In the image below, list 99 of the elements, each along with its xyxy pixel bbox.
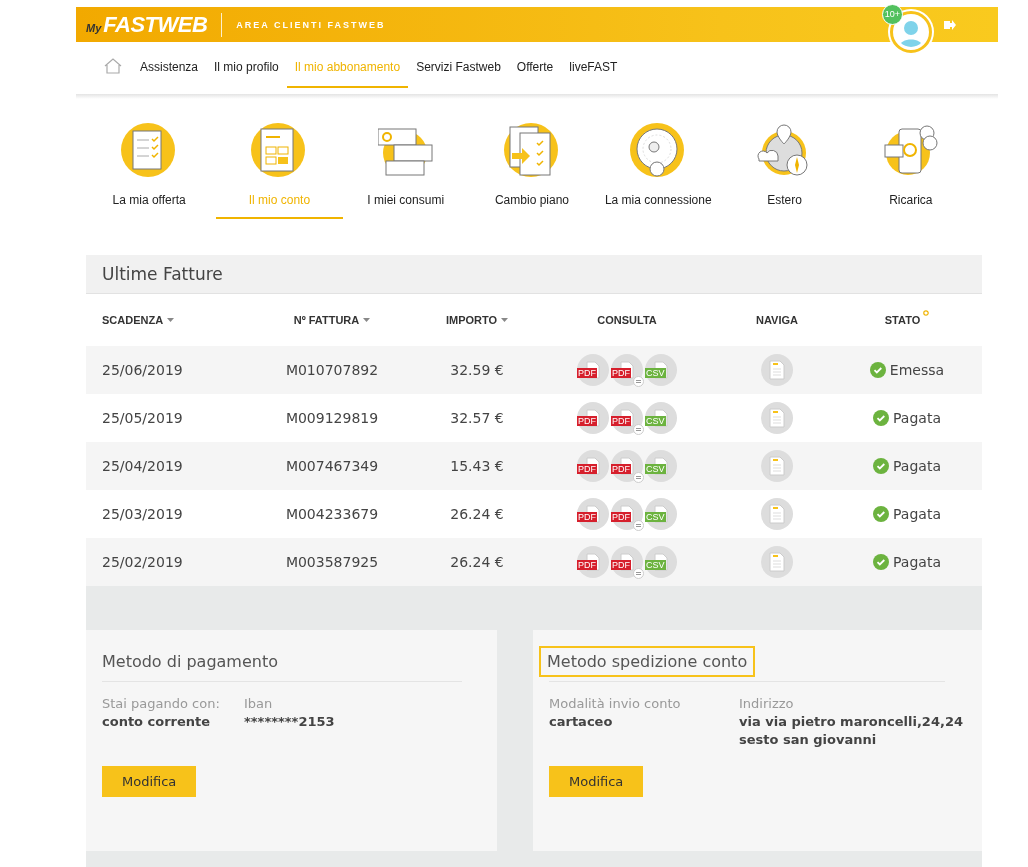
table-cell: 25/02/2019: [102, 554, 183, 570]
notification-badge: 10+: [882, 3, 903, 25]
column-header[interactable]: Nº FATTURA: [293, 314, 371, 326]
field-value: via via pietro maroncelli,24,24: [739, 714, 963, 729]
field-value: conto corrente: [102, 714, 212, 729]
file-download-button[interactable]: PDF: [611, 546, 643, 578]
column-header[interactable]: STATO: [884, 314, 930, 326]
document-icon: [769, 408, 785, 428]
browse-invoice-button[interactable]: [761, 546, 793, 578]
file-download-button[interactable]: PDF: [611, 498, 643, 530]
status-text: Pagata: [893, 506, 941, 522]
check-icon: [869, 362, 886, 378]
equals-icon: [633, 472, 644, 483]
section-tab[interactable]: Cambio piano: [468, 123, 596, 219]
table-cell: 26.24 €: [450, 506, 504, 522]
logout-icon: [944, 19, 956, 30]
document-icon: [769, 504, 785, 524]
browse-invoice-button[interactable]: [761, 402, 793, 434]
section-tab[interactable]: Estero: [721, 123, 848, 219]
card-title: Metodo spedizione conto: [539, 646, 756, 677]
field-label: Iban: [244, 696, 274, 711]
file-download-button[interactable]: CSV: [645, 402, 677, 434]
check-icon: [873, 410, 890, 426]
section-icon: [504, 123, 560, 179]
field-label: Stai pagando con:: [102, 696, 220, 711]
sort-caret-icon: [167, 318, 175, 322]
document-icon: [769, 456, 785, 476]
nav-link[interactable]: Servizi Fastweb: [408, 46, 509, 88]
status-text: Emessa: [889, 362, 945, 378]
file-download-button[interactable]: PDF: [611, 450, 643, 482]
column-header[interactable]: IMPORTO: [445, 314, 509, 326]
table-cell: 25/06/2019: [102, 362, 183, 378]
edit-button[interactable]: Modifica: [549, 766, 644, 797]
nav-link[interactable]: Il mio profilo: [206, 46, 287, 88]
file-download-button[interactable]: CSV: [645, 354, 677, 386]
field-value: cartaceo: [549, 714, 614, 729]
sort-caret-icon: [501, 318, 509, 322]
table-cell: M009129819: [285, 410, 379, 426]
file-download-button[interactable]: CSV: [645, 450, 677, 482]
table-cell: 25/04/2019: [102, 458, 183, 474]
status-text: Pagata: [893, 554, 941, 570]
table-cell: M007467349: [285, 458, 379, 474]
sort-caret-icon: [363, 318, 371, 322]
check-icon: [873, 506, 890, 522]
section-tab[interactable]: La mia connessione: [595, 123, 722, 219]
file-download-button[interactable]: PDF: [611, 402, 643, 434]
file-download-button[interactable]: PDF: [577, 546, 609, 578]
panel-title: Ultime Fatture: [102, 264, 223, 284]
table-cell: 32.59 €: [450, 362, 504, 378]
section-tab[interactable]: I miei consumi: [342, 123, 469, 219]
file-download-button[interactable]: PDF: [577, 354, 609, 386]
section-icon: [121, 123, 178, 179]
column-header: NAVIGA: [756, 314, 798, 326]
equals-icon: [633, 376, 644, 387]
home-icon: [104, 58, 122, 74]
column-header[interactable]: SCADENZA: [102, 314, 175, 326]
equals-icon: [633, 520, 644, 531]
field-value: sesto san giovanni: [739, 732, 878, 747]
section-icon: [630, 123, 687, 179]
table-cell: M004233679: [285, 506, 379, 522]
section-tab[interactable]: La mia offerta: [86, 123, 213, 219]
file-download-button[interactable]: PDF: [577, 402, 609, 434]
status-text: Pagata: [893, 410, 941, 426]
table-cell: M010707892: [285, 362, 379, 378]
nav-link[interactable]: liveFAST: [561, 46, 626, 88]
file-download-button[interactable]: PDF: [577, 498, 609, 530]
equals-icon: [633, 424, 644, 435]
check-icon: [873, 554, 890, 570]
section-tab[interactable]: Ricarica: [847, 123, 974, 219]
check-icon: [873, 458, 890, 474]
browse-invoice-button[interactable]: [761, 450, 793, 482]
file-download-button[interactable]: CSV: [645, 498, 677, 530]
browse-invoice-button[interactable]: [761, 498, 793, 530]
table-cell: M003587925: [285, 554, 379, 570]
table-cell: 26.24 €: [450, 554, 504, 570]
edit-button[interactable]: Modifica: [102, 766, 197, 797]
equals-icon: [633, 568, 644, 579]
field-label: Indirizzo: [739, 696, 795, 711]
logo-prefix: My: [86, 21, 102, 34]
file-download-button[interactable]: CSV: [645, 546, 677, 578]
nav-link[interactable]: Assistenza: [132, 46, 207, 88]
document-icon: [769, 552, 785, 572]
file-download-button[interactable]: PDF: [577, 450, 609, 482]
table-cell: 15.43 €: [450, 458, 504, 474]
browse-invoice-button[interactable]: [761, 354, 793, 386]
field-label: Modalità invio conto: [549, 696, 682, 711]
info-icon: [923, 310, 930, 316]
nav-link[interactable]: Offerte: [508, 46, 562, 88]
section-icon: [251, 123, 308, 179]
document-icon: [769, 360, 785, 380]
card-title: Metodo di pagamento: [101, 651, 279, 673]
table-cell: 25/05/2019: [102, 410, 183, 426]
field-value: ********2153: [244, 714, 335, 729]
table-cell: 25/03/2019: [102, 506, 183, 522]
status-text: Pagata: [893, 458, 941, 474]
file-download-button[interactable]: PDF: [611, 354, 643, 386]
table-cell: 32.57 €: [450, 410, 504, 426]
header-subtitle: AREA CLIENTI FASTWEB: [236, 19, 386, 30]
column-header: CONSULTA: [597, 314, 657, 326]
